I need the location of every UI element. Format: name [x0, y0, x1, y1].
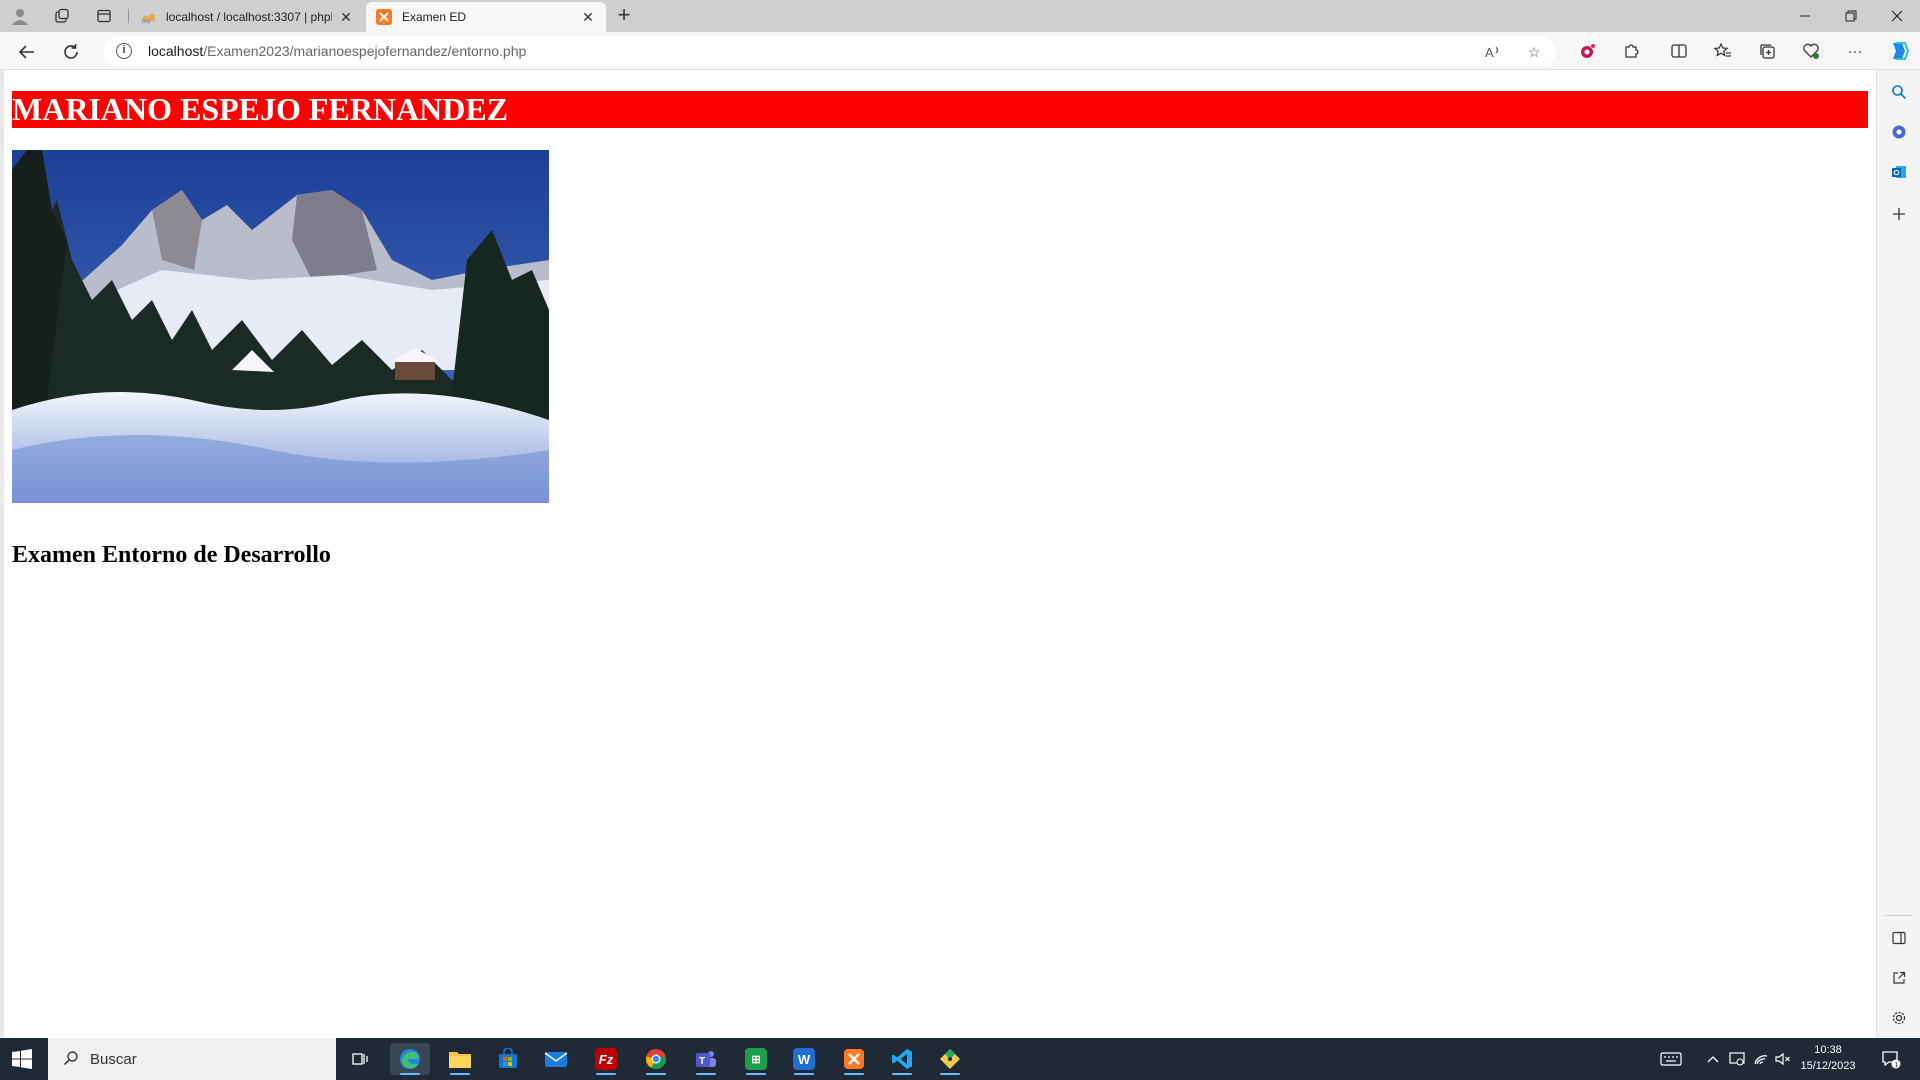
split-screen-icon[interactable] — [1668, 40, 1690, 62]
svg-text:A: A — [1485, 45, 1494, 60]
taskbar-file-explorer-button[interactable] — [440, 1043, 480, 1075]
add-sidebar-app-icon[interactable] — [1889, 204, 1909, 224]
close-tab-icon[interactable]: ✕ — [580, 9, 596, 25]
windows-taskbar: Buscar Fz T ⊞ W 10:38 15/12/2023 1 — [0, 1038, 1920, 1080]
tab-label: localhost / localhost:3307 | phpMyAdmin — [166, 10, 332, 24]
taskbar-sheets-button[interactable]: ⊞ — [736, 1043, 776, 1075]
running-indicator — [746, 1073, 766, 1075]
back-button[interactable] — [14, 39, 40, 65]
phpmyadmin-icon: php — [140, 9, 156, 25]
active-indicator — [400, 1073, 420, 1075]
favorites-icon[interactable] — [1712, 40, 1734, 62]
browser-essentials-icon[interactable] — [1800, 40, 1822, 62]
read-aloud-icon[interactable]: A — [1484, 42, 1504, 62]
tab-separator — [128, 9, 129, 23]
clock-date: 15/12/2023 — [1800, 1060, 1856, 1072]
task-view-button[interactable] — [340, 1043, 380, 1075]
running-indicator — [844, 1073, 864, 1075]
svg-text:php: php — [142, 19, 151, 25]
more-options-icon[interactable]: ··· — [1844, 40, 1866, 62]
show-hidden-icons-icon[interactable] — [1702, 1038, 1724, 1080]
notification-count: 1 — [1894, 1062, 1898, 1069]
edge-sidebar — [1876, 70, 1920, 1038]
snow-landscape-image — [12, 150, 549, 503]
extension-icon[interactable] — [1576, 40, 1598, 62]
windows-start-icon[interactable] — [12, 1049, 32, 1069]
clock-time: 10:38 — [1814, 1044, 1842, 1056]
tab-phpmyadmin[interactable]: php localhost / localhost:3307 | phpMyAd… — [130, 2, 364, 32]
taskbar-edge-button[interactable] — [390, 1043, 430, 1075]
close-tab-icon[interactable]: ✕ — [338, 9, 354, 25]
taskbar-git-button[interactable] — [930, 1043, 970, 1075]
extensions-icon[interactable] — [1620, 40, 1642, 62]
svg-text:T: T — [699, 1056, 705, 1067]
taskbar-vscode-button[interactable] — [882, 1043, 922, 1075]
tab-actions-icon[interactable] — [92, 4, 116, 28]
address-bar[interactable]: i localhost/Examen2023/marianoespejofern… — [104, 36, 1556, 66]
taskbar-teams-button[interactable]: T — [686, 1043, 726, 1075]
collections-icon[interactable] — [1756, 40, 1778, 62]
minimize-button[interactable] — [1782, 0, 1828, 32]
url-text[interactable]: localhost/Examen2023/marianoespejofernan… — [148, 43, 526, 59]
taskbar-word-button[interactable]: W — [784, 1043, 824, 1075]
taskbar-xampp-button[interactable] — [834, 1043, 874, 1075]
running-indicator — [646, 1073, 666, 1075]
network-icon[interactable] — [1750, 1038, 1772, 1080]
taskbar-search-box[interactable]: Buscar — [48, 1038, 336, 1080]
refresh-button[interactable] — [58, 39, 84, 65]
outlook-icon[interactable] — [1889, 162, 1909, 182]
taskbar-filezilla-button[interactable]: Fz — [586, 1043, 626, 1075]
workspaces-icon[interactable] — [50, 4, 74, 28]
page-heading: MARIANO ESPEJO FERNANDEZ — [12, 91, 509, 127]
site-info-icon[interactable]: i — [116, 43, 132, 59]
browser-toolbar: i localhost/Examen2023/marianoespejofern… — [0, 32, 1920, 70]
running-indicator — [696, 1073, 716, 1075]
running-indicator — [450, 1073, 470, 1075]
taskbar-clock[interactable]: 10:38 15/12/2023 — [1792, 1042, 1864, 1074]
taskbar-chrome-button[interactable] — [636, 1043, 676, 1075]
hide-sidebar-icon[interactable] — [1889, 928, 1909, 948]
tab-examen-ed[interactable]: Examen ED ✕ — [366, 2, 606, 32]
sidebar-settings-icon[interactable] — [1889, 1008, 1909, 1028]
search-icon[interactable] — [1889, 82, 1909, 102]
search-icon — [62, 1050, 80, 1068]
search-placeholder: Buscar — [90, 1050, 137, 1068]
name-banner: MARIANO ESPEJO FERNANDEZ — [12, 91, 1868, 128]
running-indicator — [794, 1073, 814, 1075]
keyboard-layout-icon[interactable] — [1654, 1038, 1688, 1080]
tab-label: Examen ED — [402, 10, 467, 24]
new-tab-button[interactable]: + — [612, 4, 636, 28]
taskbar-mail-button[interactable] — [536, 1043, 576, 1075]
xampp-icon — [376, 9, 392, 25]
running-indicator — [892, 1073, 912, 1075]
running-indicator — [596, 1073, 616, 1075]
close-window-button[interactable] — [1874, 0, 1920, 32]
page-viewport: MARIANO ESPEJO FERNANDEZ Examen Entorno … — [4, 70, 1876, 1038]
open-external-icon[interactable] — [1889, 968, 1909, 988]
security-status-icon[interactable] — [1726, 1038, 1748, 1080]
sidebar-divider — [1885, 915, 1913, 916]
copilot-icon[interactable] — [1886, 38, 1912, 64]
taskbar-store-button[interactable] — [488, 1043, 528, 1075]
copilot-sidebar-icon[interactable] — [1889, 122, 1909, 142]
page-subtitle: Examen Entorno de Desarrollo — [12, 542, 331, 568]
favorite-star-icon[interactable]: ☆ — [1524, 42, 1544, 62]
title-bar: php localhost / localhost:3307 | phpMyAd… — [0, 0, 1920, 32]
restore-button[interactable] — [1828, 0, 1874, 32]
running-indicator — [940, 1073, 960, 1075]
notifications-icon[interactable]: 1 — [1876, 1038, 1906, 1080]
profile-icon[interactable] — [8, 4, 32, 28]
volume-muted-icon[interactable] — [1772, 1038, 1794, 1080]
